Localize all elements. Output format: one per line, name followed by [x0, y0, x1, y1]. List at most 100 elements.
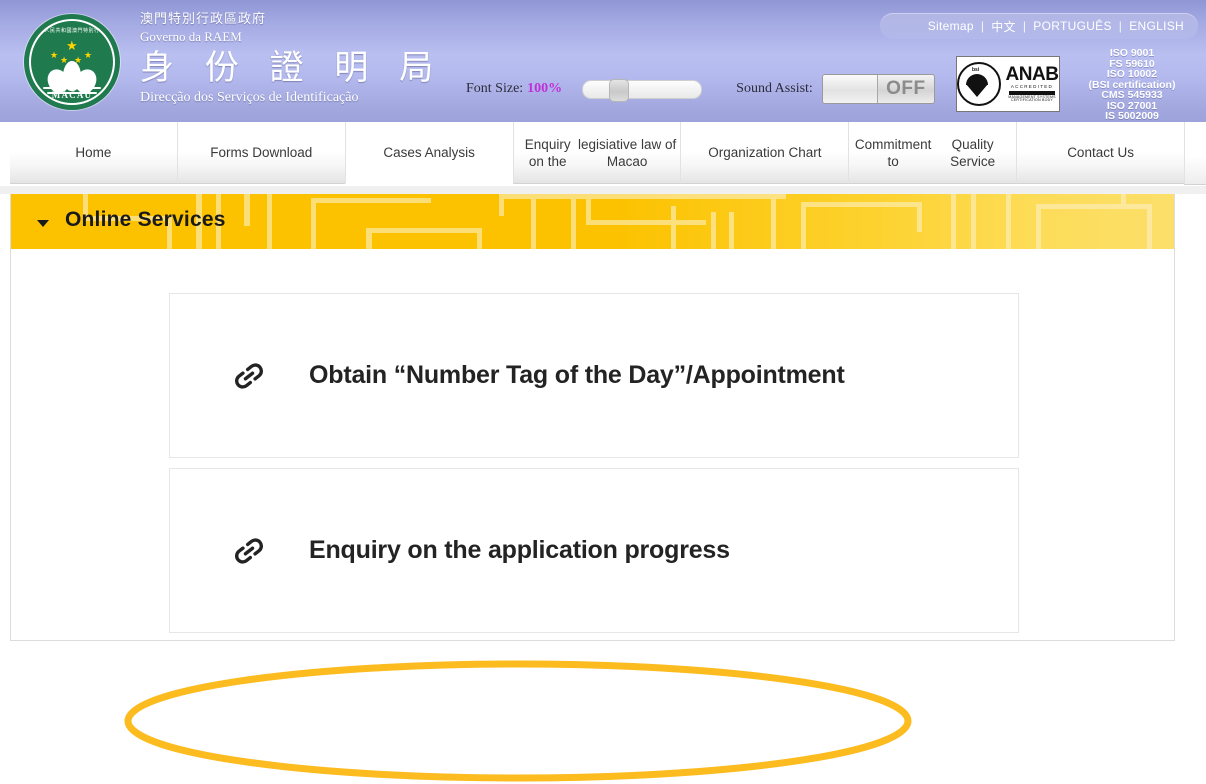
banner-pattern-bar: [311, 198, 316, 249]
iso-line-0: ISO 9001: [1109, 47, 1155, 59]
banner-pattern-bar: [1036, 204, 1041, 249]
sound-assist-toggle-track[interactable]: [822, 75, 878, 103]
banner-pattern-bar: [366, 228, 481, 233]
star-large: ★: [66, 38, 78, 53]
anab-wordmark: ANAB: [1005, 64, 1059, 86]
banner-pattern-bar: [499, 194, 504, 216]
iso-line-2: ISO 10002: [1106, 68, 1158, 80]
iso-line-6: IS 5002009: [1105, 110, 1159, 122]
banner-pattern-bar: [586, 194, 786, 199]
sound-assist-label: Sound Assist:: [736, 81, 813, 96]
accessibility-controls: Font Size: 100% Sound Assist: OFF: [466, 74, 935, 104]
nav-item-label-line: Cases Analysis: [383, 145, 475, 160]
language-link-english[interactable]: ENGLISH: [1129, 19, 1184, 33]
banner-pattern-bar: [917, 202, 922, 232]
nav-item-label-line: Forms Download: [210, 145, 313, 160]
annotation-ellipse-highlight: [124, 660, 912, 782]
banner-pattern-bar: [971, 194, 976, 249]
anab-accredited-text: ACCREDITED: [1010, 84, 1054, 90]
nav-item-label-line: Enquiry on the: [524, 136, 571, 169]
link-icon: [232, 534, 266, 568]
service-card-number-tag[interactable]: Obtain “Number Tag of the Day”/Appointme…: [169, 293, 1019, 458]
nav-item-cases-analysis[interactable]: Cases Analysis: [344, 122, 513, 184]
banner-pattern-bar: [244, 194, 250, 226]
language-bar: Sitemap | 中文 | PORTUGUÊS | ENGLISH: [879, 13, 1198, 39]
nav-item-label-line: Contact Us: [1067, 145, 1134, 160]
banner-pattern-bar: [1147, 204, 1152, 249]
font-size-slider-handle[interactable]: [609, 78, 630, 102]
banner-pattern-bar: [771, 194, 776, 249]
department-title-block: 澳門特別行政區政府 Governo da RAEM 身 份 證 明 局 Dire…: [140, 12, 443, 106]
star-1: ★: [50, 50, 59, 60]
nav-item-label-line: Organization Chart: [708, 145, 822, 160]
sound-assist-toggle-state[interactable]: OFF: [877, 75, 934, 103]
nav-item-organization-chart[interactable]: Organization Chart: [680, 122, 849, 184]
nav-item-contact-us[interactable]: Contact Us: [1016, 122, 1185, 184]
sitemap-link[interactable]: Sitemap: [928, 19, 974, 33]
font-size-slider[interactable]: [582, 78, 703, 102]
page-body: Online Services Obtain “Number Tag of th…: [0, 186, 1206, 782]
banner-pattern-bar: [711, 212, 716, 249]
bsi-kitemark-icon: bsi: [957, 62, 1001, 106]
banner-pattern-bar: [531, 194, 536, 249]
nav-right-edge: [1184, 122, 1206, 185]
banner-pattern-bar: [801, 202, 806, 249]
emblem-bottom-text: MACAU: [51, 90, 93, 100]
anab-footer-text: MANAGEMENT SYSTEMS CERTIFICATION BODY: [1008, 94, 1056, 103]
banner-pattern-bar: [571, 194, 576, 249]
content-top-strip: [0, 186, 1206, 194]
banner-pattern-bar: [586, 220, 706, 225]
nav-item-label-line: legisiative law of Macao: [577, 136, 677, 169]
emblem-inner-disc: 中華人民共和國澳門特別行政區 ★ ★ ★ ★ ★ MACAU: [29, 19, 115, 105]
content-panel: Online Services Obtain “Number Tag of th…: [10, 194, 1175, 641]
department-name-chinese: 身 份 證 明 局: [140, 48, 444, 88]
macau-sar-emblem: 中華人民共和國澳門特別行政區 ★ ★ ★ ★ ★ MACAU: [24, 14, 120, 110]
service-card-application-progress[interactable]: Enquiry on the application progress: [169, 468, 1019, 633]
lang-separator-1: |: [980, 19, 985, 33]
emblem-top-text: 中華人民共和國澳門特別行政區: [33, 28, 111, 34]
online-services-banner[interactable]: Online Services: [11, 194, 1174, 249]
site-header: 中華人民共和國澳門特別行政區 ★ ★ ★ ★ ★ MACAU 澳門特別行政區政府…: [0, 0, 1206, 122]
anab-logo: ANAB ACCREDITED MANAGEMENT SYSTEMS CERTI…: [1005, 65, 1059, 103]
government-name-chinese: 澳門特別行政區政府: [140, 12, 267, 27]
nav-item-label-line: Commitment to: [854, 136, 932, 169]
bsi-wordmark: bsi: [972, 67, 980, 73]
certification-logos: bsi ANAB ACCREDITED MANAGEMENT SYSTEMS C…: [956, 56, 1060, 112]
star-4: ★: [84, 50, 93, 60]
service-label-number-tag: Obtain “Number Tag of the Day”/Appointme…: [309, 361, 845, 389]
font-size-value: 100%: [527, 81, 563, 96]
iso-certification-list: ISO 9001 FS 59610 ISO 10002 (BSI certificat…: [1064, 48, 1200, 122]
nav-item-forms-download[interactable]: Forms Download: [176, 122, 345, 184]
department-name-portuguese: Direcção dos Serviços de Identificação: [140, 90, 359, 105]
language-link-portuguese[interactable]: PORTUGUÊS: [1033, 19, 1112, 33]
emblem-stars: ★ ★ ★ ★ ★: [44, 38, 100, 65]
font-size-label: Font Size:: [466, 81, 524, 96]
language-link-chinese[interactable]: 中文: [991, 18, 1016, 35]
government-name-portuguese: Governo da RAEM: [140, 29, 242, 44]
main-navigation: Home Forms Download Cases Analysis Enquiry …: [0, 122, 1206, 186]
nav-item-label-line: Home: [75, 145, 112, 160]
banner-pattern-bar: [1121, 194, 1126, 208]
link-icon: [232, 359, 266, 393]
lang-separator-2: |: [1022, 19, 1027, 33]
banner-pattern-bar: [311, 198, 431, 203]
banner-pattern-bar: [801, 202, 921, 207]
banner-pattern-bar: [951, 194, 956, 249]
nav-item-label-line: Quality Service: [950, 136, 996, 169]
banner-pattern-bar: [267, 194, 272, 249]
banner-pattern-bar: [1006, 194, 1011, 249]
iso-line-4: CMS 545933: [1101, 89, 1163, 101]
nav-item-commitment-to-quality-service[interactable]: Commitment to Quality Service: [848, 122, 1017, 184]
lang-separator-3: |: [1118, 19, 1123, 33]
sound-assist-toggle[interactable]: OFF: [821, 74, 935, 104]
service-label-application-progress: Enquiry on the application progress: [309, 536, 730, 564]
nav-left-edge: [0, 122, 10, 186]
banner-pattern-bar: [729, 212, 734, 249]
banner-pattern-bar: [477, 228, 482, 249]
nav-item-enquiry-on-the-legisiative-law-of-macao[interactable]: Enquiry on the legisiative law of Macao: [512, 122, 681, 184]
caret-down-icon[interactable]: [37, 220, 49, 227]
nav-item-home[interactable]: Home: [10, 122, 177, 184]
online-services-title: Online Services: [65, 208, 226, 231]
banner-pattern-bar: [1036, 204, 1151, 209]
banner-pattern-bar: [671, 206, 676, 249]
